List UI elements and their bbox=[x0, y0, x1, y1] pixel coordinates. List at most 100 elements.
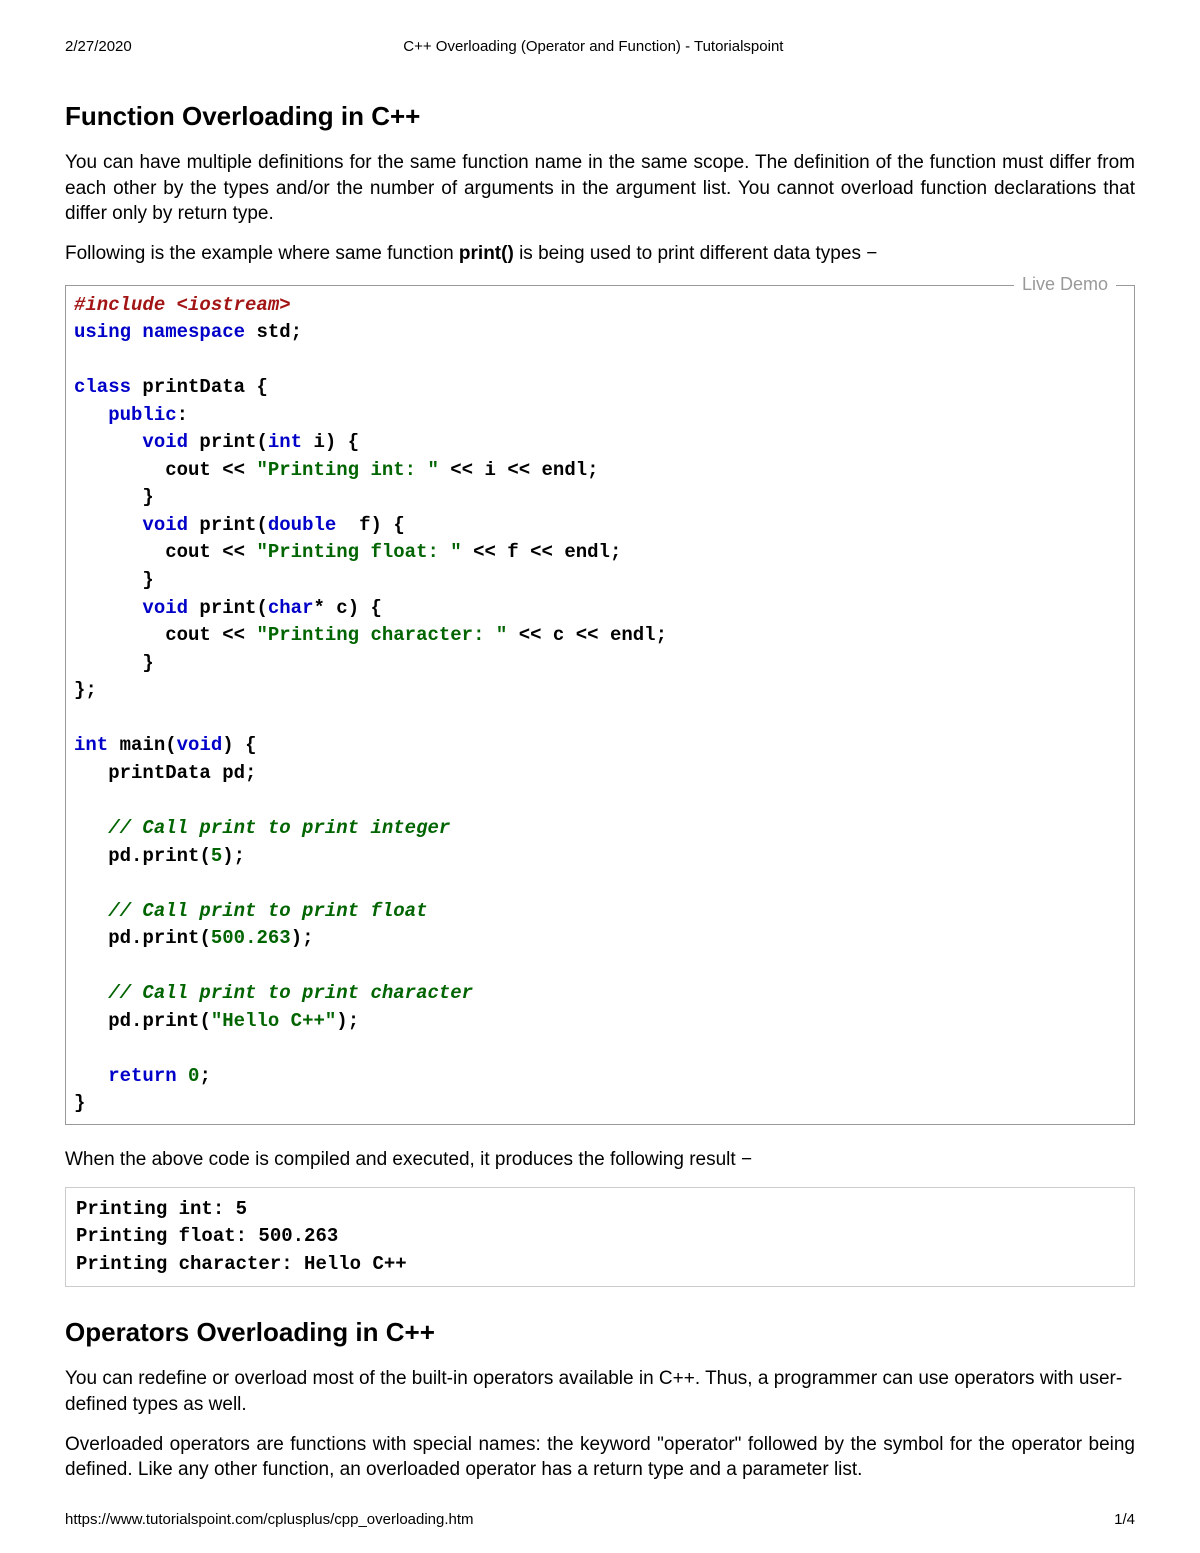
tok-double: double bbox=[268, 514, 336, 536]
tok-semi9: ; bbox=[199, 1065, 210, 1087]
tok-strint: "Printing int: " bbox=[245, 459, 450, 481]
p2-bold: print() bbox=[459, 243, 514, 264]
print-date: 2/27/2020 bbox=[65, 38, 132, 55]
tok-comfloat: // Call print to print float bbox=[108, 900, 427, 922]
tok-iref: i bbox=[473, 459, 507, 481]
tok-void1: void bbox=[142, 431, 188, 453]
tok-lp2: ( bbox=[256, 514, 267, 536]
tok-semi7: ; bbox=[302, 927, 313, 949]
live-demo-label[interactable]: Live Demo bbox=[1014, 274, 1116, 295]
tok-sp4 bbox=[234, 734, 245, 756]
tok-rp7: ) bbox=[336, 1010, 347, 1032]
tok-endl1: endl bbox=[530, 459, 587, 481]
tok-dot3: . bbox=[131, 1010, 142, 1032]
tok-rb1: } bbox=[142, 486, 153, 508]
tok-rp3: ) bbox=[348, 597, 359, 619]
tok-semi2: ; bbox=[587, 459, 598, 481]
tok-ls9: << bbox=[576, 624, 599, 646]
output-block: Printing int: 5 Printing float: 500.263 … bbox=[65, 1187, 1135, 1288]
section2-heading: Operators Overloading in C++ bbox=[65, 1317, 1135, 1348]
tok-int2: int bbox=[74, 734, 108, 756]
tok-rb3: } bbox=[142, 652, 153, 674]
tok-pc1: print bbox=[142, 845, 199, 867]
print-header: 2/27/2020 C++ Overloading (Operator and … bbox=[65, 38, 1135, 55]
tok-printData: printData bbox=[131, 376, 256, 398]
tok-ls6: << bbox=[530, 541, 553, 563]
tok-cout3: cout bbox=[165, 624, 222, 646]
tok-std: std bbox=[245, 321, 291, 343]
tok-semi4: ; bbox=[656, 624, 667, 646]
tok-semi3: ; bbox=[610, 541, 621, 563]
tok-lp6: ( bbox=[199, 927, 210, 949]
code-block: #include <iostream> using namespace std;… bbox=[66, 286, 1134, 1124]
tok-namespace: namespace bbox=[131, 321, 245, 343]
tok-sp1 bbox=[336, 431, 347, 453]
tok-void2: void bbox=[142, 514, 188, 536]
tok-lb2: { bbox=[348, 431, 359, 453]
tok-classend: }; bbox=[74, 679, 97, 701]
tok-void3: void bbox=[142, 597, 188, 619]
tok-dot1: . bbox=[131, 845, 142, 867]
tok-semi8: ; bbox=[348, 1010, 359, 1032]
section1-heading: Function Overloading in C++ bbox=[65, 101, 1135, 132]
tok-rp1: ) bbox=[325, 431, 336, 453]
p2-post: is being used to print different data ty… bbox=[514, 243, 878, 264]
tok-rp6: ) bbox=[291, 927, 302, 949]
tok-ls5: << bbox=[473, 541, 496, 563]
tok-floatnum: 500.263 bbox=[211, 927, 291, 949]
tok-fref: f bbox=[496, 541, 530, 563]
tok-rb2: } bbox=[142, 569, 153, 591]
tok-endl2: endl bbox=[553, 541, 610, 563]
tok-ls8: << bbox=[519, 624, 542, 646]
tok-public: public bbox=[108, 404, 176, 426]
tok-lp3: ( bbox=[256, 597, 267, 619]
section2-p2: Overloaded operators are functions with … bbox=[65, 1432, 1135, 1483]
tok-printfn3: print bbox=[188, 597, 256, 619]
p2-pre: Following is the example where same func… bbox=[65, 243, 459, 264]
header-spacer bbox=[1055, 38, 1135, 55]
tok-five: 5 bbox=[211, 845, 222, 867]
tok-semi6: ; bbox=[234, 845, 245, 867]
tok-sp3 bbox=[359, 597, 370, 619]
tok-rp5: ) bbox=[222, 845, 233, 867]
tok-return: return bbox=[108, 1065, 176, 1087]
tok-endl3: endl bbox=[599, 624, 656, 646]
tok-strfloat: "Printing float: " bbox=[245, 541, 473, 563]
tok-include: #include bbox=[74, 294, 165, 316]
print-footer: https://www.tutorialspoint.com/cplusplus… bbox=[65, 1511, 1135, 1528]
tok-cref: c bbox=[542, 624, 576, 646]
tok-f: f bbox=[336, 514, 370, 536]
tok-strchar: "Printing character: " bbox=[245, 624, 519, 646]
tok-void4: void bbox=[177, 734, 223, 756]
tok-using: using bbox=[74, 321, 131, 343]
tok-iostream: <iostream> bbox=[165, 294, 290, 316]
tok-ls2: << bbox=[450, 459, 473, 481]
tok-main: main bbox=[108, 734, 165, 756]
tok-pc2: print bbox=[142, 927, 199, 949]
tok-sp2 bbox=[382, 514, 393, 536]
tok-lp5: ( bbox=[199, 845, 210, 867]
tok-rp2: ) bbox=[371, 514, 382, 536]
tok-pddecl: printData pd bbox=[74, 762, 245, 784]
tok-pc3: print bbox=[142, 1010, 199, 1032]
footer-page: 1/4 bbox=[1114, 1511, 1135, 1528]
tok-star: * bbox=[313, 597, 324, 619]
tok-lb4: { bbox=[371, 597, 382, 619]
tok-dot2: . bbox=[131, 927, 142, 949]
tok-rp4: ) bbox=[222, 734, 233, 756]
page: 2/27/2020 C++ Overloading (Operator and … bbox=[0, 0, 1200, 1553]
tok-pd2: pd bbox=[108, 927, 131, 949]
after-code-p: When the above code is compiled and exec… bbox=[65, 1147, 1135, 1173]
tok-cout2: cout bbox=[165, 541, 222, 563]
tok-hello: "Hello C++" bbox=[211, 1010, 336, 1032]
section1-p1: You can have multiple definitions for th… bbox=[65, 150, 1135, 227]
tok-c: c bbox=[325, 597, 348, 619]
tok-lp1: ( bbox=[256, 431, 267, 453]
tok-semi1: ; bbox=[291, 321, 302, 343]
tok-ls1: << bbox=[222, 459, 245, 481]
tok-comchar: // Call print to print character bbox=[108, 982, 473, 1004]
tok-lb3: { bbox=[393, 514, 404, 536]
tok-lp4: ( bbox=[165, 734, 176, 756]
tok-ls4: << bbox=[222, 541, 245, 563]
section1-p2: Following is the example where same func… bbox=[65, 241, 1135, 267]
